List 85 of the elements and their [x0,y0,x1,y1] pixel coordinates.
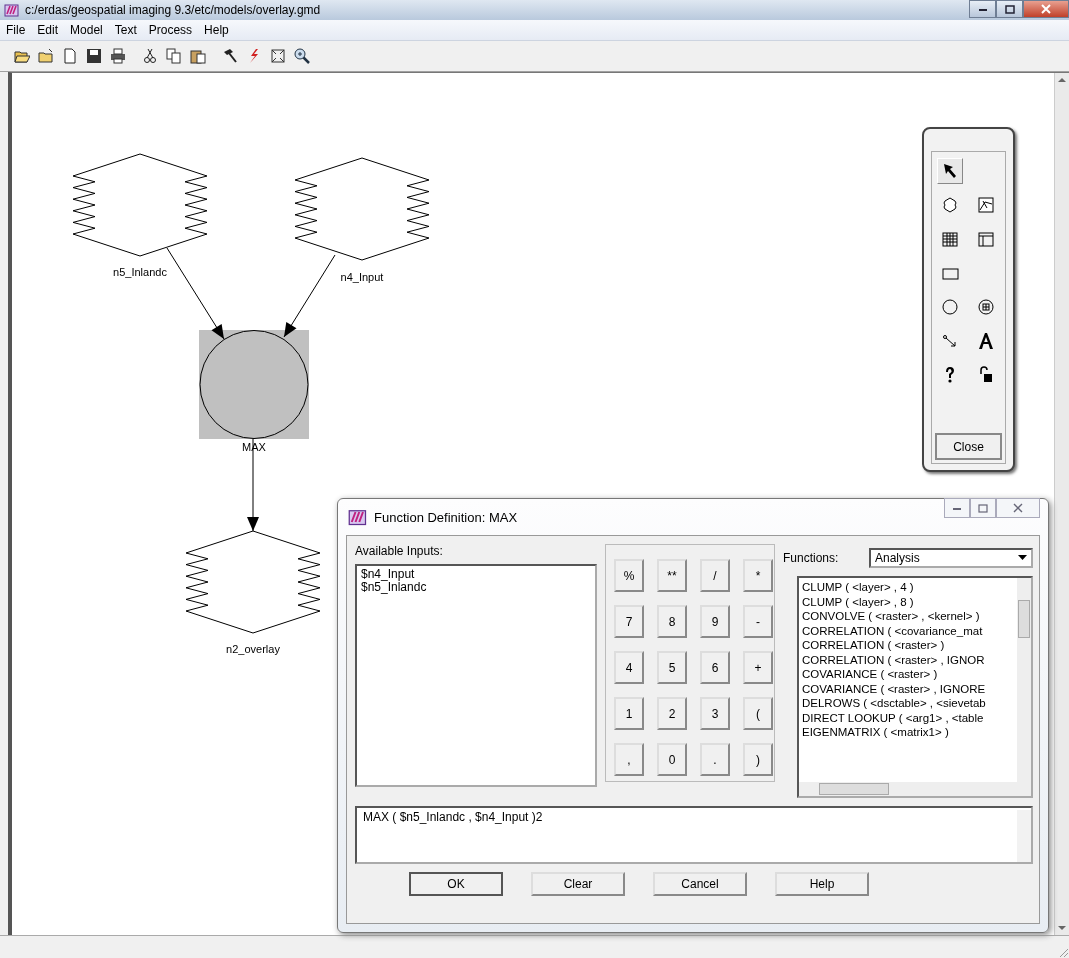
keypad-key[interactable]: 6 [700,651,730,684]
function-item[interactable]: CORRELATION ( <covariance_mat [802,623,1014,638]
hammer-icon[interactable] [222,48,238,64]
function-item[interactable]: DIRECT LOOKUP ( <arg1> , <table [802,710,1014,725]
maximize-icon [978,503,988,513]
keypad-key[interactable]: 8 [657,605,687,638]
keypad-key[interactable]: 0 [657,743,687,776]
keypad-key[interactable]: 7 [614,605,644,638]
app-icon [348,508,368,526]
cut-icon[interactable] [142,48,158,64]
close-icon [1013,503,1023,513]
keypad-key[interactable]: ( [743,697,773,730]
pointer-icon[interactable] [937,158,963,184]
keypad-key[interactable]: / [700,559,730,592]
function-item[interactable]: DELROWS ( <dsctable> , <sievetab [802,696,1014,711]
menu-item[interactable]: Process [148,23,193,37]
app-icon [4,3,20,17]
folder-icon[interactable] [38,48,54,64]
inputs-label: Available Inputs: [355,544,444,558]
function-item[interactable]: CONVOLVE ( <raster> , <kernel> ) [802,609,1014,624]
function-item[interactable]: CLUMP ( <layer> , 8 ) [802,594,1014,609]
functions-label: Functions: [783,551,839,565]
window-title: c:/erdas/geospatial imaging 9.3/etc/models/overlay.gmd [25,3,321,17]
minimize-icon [977,6,988,12]
expression-field[interactable]: MAX ( $n5_Inlandc , $n4_Input )2 [355,806,1033,864]
dialog-button[interactable]: Clear [531,872,625,896]
category-dropdown[interactable]: Analysis [869,548,1033,568]
node-label: MAX [242,441,266,453]
keypad-key[interactable]: ) [743,743,773,776]
menu-item[interactable]: Text [114,23,137,37]
keypad-key[interactable]: ** [657,559,687,592]
minimize-button[interactable] [969,0,996,18]
keypad-key[interactable]: 2 [657,697,687,730]
paste-icon[interactable] [190,48,206,64]
keypad-key[interactable]: 1 [614,697,644,730]
input-item[interactable]: $n4_Input [361,568,591,581]
function-item[interactable]: CORRELATION ( <raster> , IGNOR [802,652,1014,667]
node-label: n4_Input [340,271,384,283]
expression-text: MAX ( $n5_Inlandc , $n4_Input )2 [363,810,543,825]
close-button[interactable]: Close [935,433,1002,460]
dialog-button[interactable]: OK [409,872,503,896]
keypad-key[interactable]: 4 [614,651,644,684]
keypad-key[interactable]: . [700,743,730,776]
scroll-up-icon[interactable] [1058,77,1066,83]
horizontal-scrollbar[interactable] [799,782,1031,796]
input-item[interactable]: $n5_Inlandc [361,581,591,594]
function-item[interactable]: CORRELATION ( <raster> ) [802,638,1014,653]
keypad-key[interactable]: + [743,651,773,684]
menu-item[interactable]: Help [204,23,229,37]
keypad-key[interactable]: * [743,559,773,592]
keypad-key[interactable]: - [743,605,773,638]
function-item[interactable]: COVARIANCE ( <raster> , IGNORE [802,681,1014,696]
print-icon[interactable] [110,48,126,64]
dialog-button[interactable]: Help [775,872,869,896]
scroll-down-icon[interactable] [1058,925,1066,931]
keypad-key[interactable]: 9 [700,605,730,638]
function-item[interactable]: EIGENMATRIX ( <matrix1> ) [802,725,1014,740]
fit-view-icon[interactable] [270,48,286,64]
copy-icon[interactable] [166,48,182,64]
maximize-button[interactable] [996,0,1023,18]
function-item[interactable]: COVARIANCE ( <raster> ) [802,667,1014,682]
node-label: n2_overlay [226,643,280,655]
keypad-key[interactable]: % [614,559,644,592]
vertical-scrollbar[interactable] [1054,73,1069,935]
menu-item[interactable]: Edit [37,23,59,37]
save-icon[interactable] [86,48,102,64]
dropdown-arrow-icon [1018,555,1027,561]
menu-item[interactable]: Model [70,23,103,37]
keypad-key[interactable]: 3 [700,697,730,730]
close-icon [1041,4,1051,14]
dialog-button[interactable]: Cancel [653,872,747,896]
close-button[interactable] [1023,0,1069,18]
menu-item[interactable]: File [6,23,26,37]
node-label: n5_Inlandc [113,266,167,278]
zoom-icon[interactable] [294,48,310,64]
keypad-key[interactable]: , [614,743,644,776]
dialog-title: Function Definition: MAX [374,509,518,525]
keypad-key[interactable]: 5 [657,651,687,684]
new-page-icon[interactable] [62,48,78,64]
vertical-scrollbar[interactable] [1017,578,1031,782]
maximize-icon [1004,4,1015,14]
minimize-icon [952,505,962,511]
open-folder-icon[interactable] [14,48,30,64]
resize-grip-icon[interactable] [1057,946,1069,958]
function-item[interactable]: CLUMP ( <layer> , 4 ) [802,580,1014,595]
